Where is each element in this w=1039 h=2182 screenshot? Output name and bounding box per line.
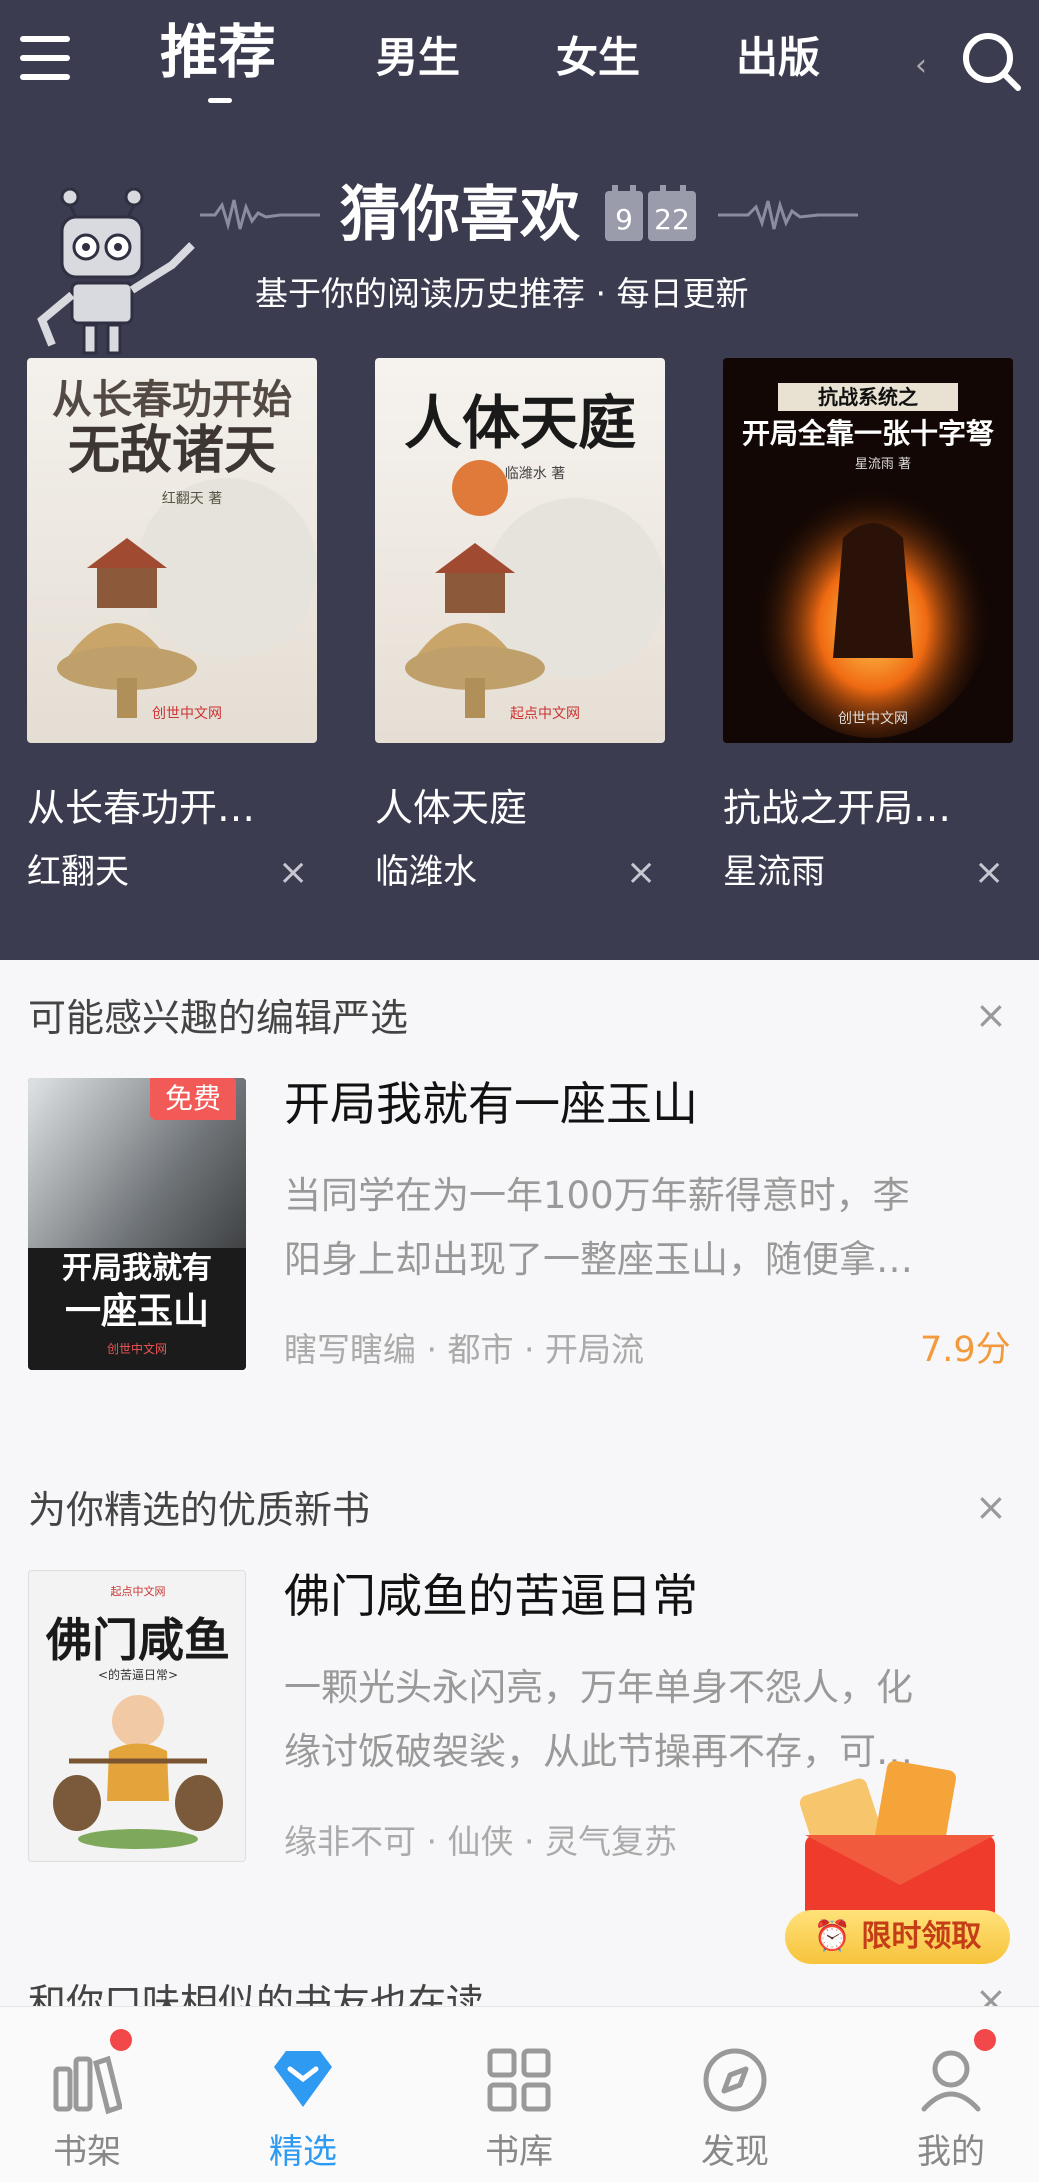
close-icon[interactable]: × [975,996,1007,1034]
book-cover[interactable]: 人体天庭 临潍水 著 起点中文网 [375,358,665,743]
recommend-book-author: 临潍水 [375,852,477,892]
nav-bookshelf[interactable]: 书架 [12,2007,162,2182]
guess-subtitle: 基于你的阅读历史推荐 · 每日更新 [255,274,749,313]
free-badge: 免费 [150,1078,236,1120]
nav-label: 书架 [53,2132,121,2172]
close-icon[interactable]: × [278,855,308,891]
more-tabs-hint: ‹ [915,48,927,83]
search-icon[interactable] [960,30,1022,92]
nav-label: 我的 [917,2132,985,2172]
cover-subtitle: <的苦逼日常> [98,1667,178,1682]
nav-label: 发现 [701,2132,769,2172]
close-icon[interactable]: × [974,855,1004,891]
date-badge: 9 22 [605,185,696,241]
nav-label: 精选 [269,2132,337,2172]
svg-text:抗战系统之: 抗战系统之 [818,385,918,409]
bookshelf-icon [53,2055,122,2115]
header-curve [0,880,1039,928]
notification-dot [974,2029,996,2051]
book-score: 7.9分 [920,1330,1011,1370]
svg-text:创世中文网: 创世中文网 [152,706,222,722]
close-icon[interactable]: × [626,855,656,891]
tab-male[interactable]: 男生 [376,26,460,90]
nav-library[interactable]: 书库 [444,2007,594,2182]
section-title-new-books: 为你精选的优质新书 [28,1488,371,1532]
svg-text:星流雨 著: 星流雨 著 [855,457,911,472]
sound-wave-right [718,199,858,230]
book-cover[interactable]: 抗战系统之 开局全靠一张十字弩 星流雨 著 创世中文网 [723,358,1013,743]
recommend-book-title[interactable]: 从长春功开… [27,780,317,836]
recommend-book-title[interactable]: 人体天庭 [375,780,665,836]
cover-publisher: 起点中文网 [111,1584,166,1598]
cover-title: 佛门咸鱼 [45,1613,230,1667]
recommend-book-author: 红翻天 [27,852,129,892]
svg-text:从长春功开始: 从长春功开始 [52,376,292,423]
limited-claim-button[interactable]: ⏰ 限时领取 [785,1910,1010,1964]
date-day: 22 [654,203,690,236]
guess-you-like-title: 猜你喜欢 [340,180,580,250]
recommend-book-author: 星流雨 [723,852,825,892]
cover-text-line-1: 开局我就有 [62,1251,212,1286]
diamond-icon [274,2051,332,2107]
book-cover[interactable]: 开局我就有 一座玉山 创世中文网 免费 [28,1078,246,1370]
robot-mascot-icon [37,187,195,355]
svg-text:开局全靠一张十字弩: 开局全靠一张十字弩 [742,417,994,450]
cover-text-line-2: 一座玉山 [65,1290,209,1332]
grid-icon [487,2048,551,2112]
book-title[interactable]: 佛门咸鱼的苦逼日常 [284,1564,698,1628]
sound-wave-left [200,199,320,231]
bottom-nav: 书架 精选 书库 发现 我的 [0,2006,1039,2182]
cover-publisher: 创世中文网 [107,1341,167,1356]
nav-mine[interactable]: 我的 [876,2007,1026,2182]
tab-publish[interactable]: 出版 [736,26,820,90]
compass-icon [703,2048,767,2112]
recommend-book-title[interactable]: 抗战之开局… [723,780,1013,836]
nav-discover[interactable]: 发现 [660,2007,810,2182]
svg-text:创世中文网: 创世中文网 [838,711,908,727]
book-description: 当同学在为一年100万年薪得意时，李 阳身上却出现了一整座玉山，随便拿… [284,1174,913,1281]
nav-label: 书库 [485,2132,553,2172]
book-cover[interactable]: 起点中文网 佛门咸鱼 <的苦逼日常> [28,1570,246,1862]
svg-text:临潍水 著: 临潍水 著 [505,466,565,482]
svg-text:无敌诸天: 无敌诸天 [68,420,276,481]
menu-icon[interactable] [20,36,72,80]
book-meta: 瞎写瞎编 · 都市 · 开局流 [284,1330,644,1369]
user-icon [921,2050,981,2112]
svg-text:红翻天 著: 红翻天 著 [162,491,222,507]
close-icon[interactable]: × [975,1488,1007,1526]
nav-featured[interactable]: 精选 [228,2007,378,2182]
notification-dot [110,2029,132,2051]
book-cover[interactable]: 从长春功开始 无敌诸天 红翻天 著 创世中文网 [27,358,317,743]
top-nav: 推荐 男生 女生 出版 ‹ [0,0,1039,120]
section-title-editor-pick: 可能感兴趣的编辑严选 [28,996,409,1040]
date-month: 9 [615,203,633,236]
tab-female[interactable]: 女生 [556,26,640,90]
tab-recommend[interactable]: 推荐 [160,20,276,84]
svg-text:人体天庭: 人体天庭 [404,389,636,457]
svg-text:起点中文网: 起点中文网 [510,706,580,722]
book-meta: 缘非不可 · 仙侠 · 灵气复苏 [284,1822,677,1861]
book-title[interactable]: 开局我就有一座玉山 [284,1072,698,1136]
active-tab-indicator [208,98,232,103]
